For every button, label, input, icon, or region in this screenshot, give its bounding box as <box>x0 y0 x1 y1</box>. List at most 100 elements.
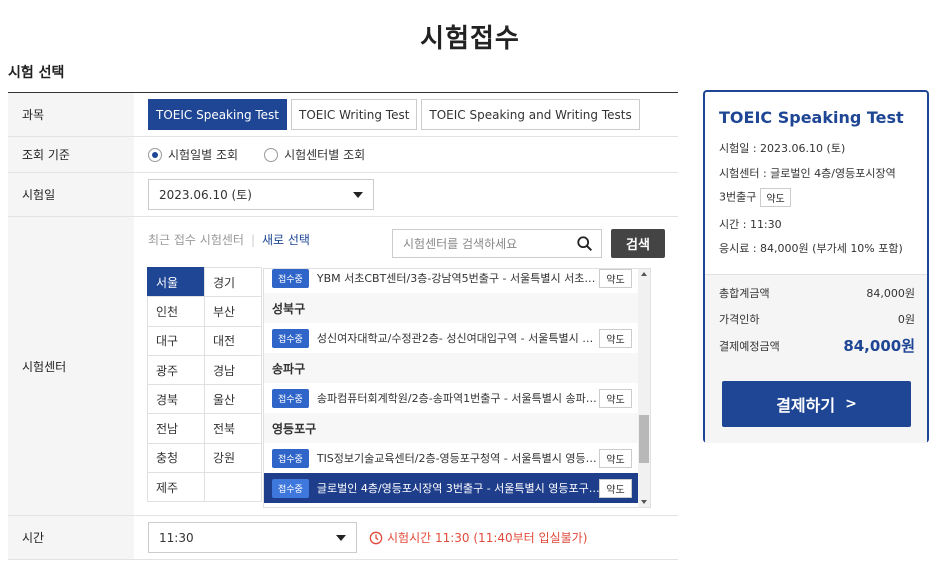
map-button[interactable]: 약도 <box>599 449 632 468</box>
subject-row: 과목 TOEIC Speaking Test TOEIC Writing Tes… <box>8 93 678 137</box>
date-label: 시험일 <box>8 173 134 216</box>
summary-final-row: 결제예정금액 84,000원 <box>719 335 915 356</box>
scroll-up-icon[interactable] <box>641 272 647 276</box>
region-seoul[interactable]: 서울 <box>147 267 205 298</box>
region-gwangju[interactable]: 광주 <box>147 354 205 386</box>
recent-centers: 최근 접수 시험센터 | 새로 선택 <box>148 231 310 248</box>
time-warning-text: 시험시간 11:30 (11:40부터 입실불가) <box>387 531 588 545</box>
center-label: 시험센터 <box>8 217 134 515</box>
region-jeonbuk[interactable]: 전북 <box>204 413 262 444</box>
time-row: 시간 11:30 시험시간 11:30 (11:40부터 입실불가) <box>8 516 678 560</box>
time-select-value: 11:30 <box>159 530 194 545</box>
basis-radio-by-center[interactable]: 시험센터별 조회 <box>264 146 365 163</box>
center-list: 접수중 YBM 서초CBT센터/3층-강남역5번출구 - 서울특별시 서초구 …… <box>263 268 651 508</box>
map-button[interactable]: 약도 <box>599 479 632 498</box>
summary-time: 시간 : 11:30 <box>719 218 782 231</box>
summary-date: 시험일 : 2023.06.10 (토) <box>719 142 846 155</box>
radio-unchecked-icon <box>264 147 279 162</box>
search-icon[interactable] <box>576 235 594 253</box>
basis-radio-by-date[interactable]: 시험일별 조회 <box>148 146 238 163</box>
pay-button[interactable]: 결제하기 > <box>722 381 911 427</box>
caret-down-icon <box>353 191 363 198</box>
exam-selection-form: 과목 TOEIC Speaking Test TOEIC Writing Tes… <box>8 92 678 560</box>
summary-title: TOEIC Speaking Test <box>719 108 904 127</box>
discount-label: 가격인하 <box>719 313 760 326</box>
summary-discount-row: 가격인하 0원 <box>719 311 915 327</box>
center-list-items: 접수중 YBM 서초CBT센터/3층-강남역5번출구 - 서울특별시 서초구 …… <box>264 269 640 503</box>
summary-map-button[interactable]: 약도 <box>760 188 791 207</box>
summary-totals: 총합계금액 84,000원 가격인하 0원 결제예정금액 84,000원 결제하… <box>705 274 927 443</box>
status-badge: 접수중 <box>272 328 309 348</box>
center-name: YBM 서초CBT센터/3층-강남역5번출구 - 서울특별시 서초구 … <box>316 272 600 285</box>
subject-option-writing[interactable]: TOEIC Writing Test <box>291 99 418 130</box>
summary-fee: 응시료 : 84,000원 (부가세 10% 포함) <box>719 242 903 255</box>
date-select-value: 2023.06.10 (토) <box>159 188 252 202</box>
status-badge: 접수중 <box>272 388 309 408</box>
subject-options: TOEIC Speaking Test TOEIC Writing Test T… <box>134 93 678 136</box>
basis-row: 조회 기준 시험일별 조회 시험센터별 조회 <box>8 137 678 173</box>
region-incheon[interactable]: 인천 <box>147 296 205 327</box>
center-item[interactable]: 접수중 TIS정보기술교육센터/2층-영등포구청역 - 서울특별시 영등포… 약… <box>264 443 640 473</box>
region-gangwon[interactable]: 강원 <box>204 442 262 474</box>
basis-radio-label: 시험일별 조회 <box>168 148 239 162</box>
scroll-down-icon[interactable] <box>641 500 647 504</box>
center-item-selected[interactable]: 접수중 글로벌인 4층/영등포시장역 3번출구 - 서울특별시 영등포구 … 약… <box>264 473 640 503</box>
district-header: 영등포구 <box>264 413 640 443</box>
status-badge: 접수중 <box>272 478 309 498</box>
section-title: 시험 선택 <box>8 65 65 81</box>
district-header: 성북구 <box>264 293 640 323</box>
basis-options: 시험일별 조회 시험센터별 조회 <box>134 137 678 172</box>
summary-center: 시험센터 : 글로벌인 4층/영등포시장역 <box>719 167 896 180</box>
date-select[interactable]: 2023.06.10 (토) <box>148 179 374 210</box>
subject-option-speaking[interactable]: TOEIC Speaking Test <box>148 99 288 130</box>
search-button[interactable]: 검색 <box>611 229 665 258</box>
center-item[interactable]: 접수중 성신여자대학교/수정관2층- 성신여대입구역 - 서울특별시 성… 약도 <box>264 323 640 353</box>
region-ulsan[interactable]: 울산 <box>204 384 262 415</box>
clock-icon <box>369 531 383 544</box>
discount-value: 0원 <box>897 313 915 326</box>
time-warning: 시험시간 11:30 (11:40부터 입실불가) <box>369 529 587 546</box>
region-gyeongnam[interactable]: 경남 <box>204 354 262 386</box>
summary-center-line2: 3번출구 <box>719 190 757 204</box>
pay-button-label: 결제하기 <box>776 396 836 415</box>
region-chungcheong[interactable]: 충청 <box>147 442 205 474</box>
basis-label: 조회 기준 <box>8 137 134 172</box>
region-jeonnam[interactable]: 전남 <box>147 413 205 444</box>
status-badge: 접수중 <box>272 269 309 288</box>
region-jeju[interactable]: 제주 <box>147 472 205 503</box>
center-row: 시험센터 최근 접수 시험센터 | 새로 선택 시험센터를 검색하세요 검색 서울 … <box>8 217 678 516</box>
time-select[interactable]: 11:30 <box>148 522 357 553</box>
region-empty <box>204 472 262 503</box>
center-name: 성신여자대학교/수정관2층- 성신여대입구역 - 서울특별시 성… <box>316 332 600 345</box>
final-label: 결제예정금액 <box>719 339 780 353</box>
map-button[interactable]: 약도 <box>599 269 632 288</box>
center-picker: 최근 접수 시험센터 | 새로 선택 시험센터를 검색하세요 검색 서울 경기 인천… <box>134 217 678 515</box>
region-busan[interactable]: 부산 <box>204 296 262 327</box>
total-label: 총합계금액 <box>719 287 770 300</box>
center-name: 송파컴퓨터회계학원/2층-송파역1번출구 - 서울특별시 송파구 … <box>316 392 600 405</box>
region-gyeonggi[interactable]: 경기 <box>204 267 262 298</box>
map-button[interactable]: 약도 <box>599 389 632 408</box>
date-row: 시험일 2023.06.10 (토) <box>8 173 678 217</box>
scroll-thumb[interactable] <box>639 415 649 463</box>
caret-down-icon <box>336 534 346 541</box>
region-daegu[interactable]: 대구 <box>147 325 205 356</box>
center-search-input[interactable]: 시험센터를 검색하세요 <box>392 229 602 258</box>
region-daejeon[interactable]: 대전 <box>204 325 262 356</box>
center-item[interactable]: 접수중 송파컴퓨터회계학원/2층-송파역1번출구 - 서울특별시 송파구 … 약… <box>264 383 640 413</box>
region-list: 서울 경기 인천 부산 대구 대전 광주 경남 경북 울산 전남 전북 충청 강… <box>147 267 262 503</box>
time-label: 시간 <box>8 516 134 559</box>
chevron-right-icon: > <box>845 396 857 412</box>
new-select-link[interactable]: 새로 선택 <box>262 233 310 247</box>
page-title: 시험접수 <box>420 24 520 54</box>
center-list-scrollbar[interactable] <box>638 269 650 507</box>
map-button[interactable]: 약도 <box>599 329 632 348</box>
summary-total-row: 총합계금액 84,000원 <box>719 285 915 301</box>
basis-radio-label: 시험센터별 조회 <box>284 148 366 162</box>
region-gyeongbuk[interactable]: 경북 <box>147 384 205 415</box>
search-placeholder: 시험센터를 검색하세요 <box>403 237 518 251</box>
subject-option-speaking-writing[interactable]: TOEIC Speaking and Writing Tests <box>421 99 640 130</box>
center-name: TIS정보기술교육센터/2층-영등포구청역 - 서울특별시 영등포… <box>316 452 600 465</box>
center-item[interactable]: 접수중 YBM 서초CBT센터/3층-강남역5번출구 - 서울특별시 서초구 …… <box>264 269 640 293</box>
total-value: 84,000원 <box>866 287 915 300</box>
